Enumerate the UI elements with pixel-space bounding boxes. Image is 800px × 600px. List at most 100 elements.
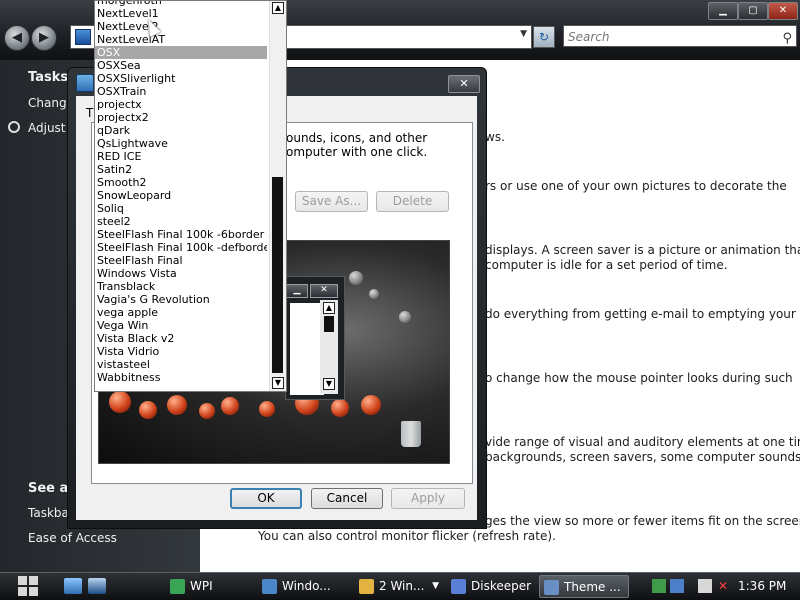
dropdown-option[interactable]: qDark [95, 124, 267, 137]
network-icon[interactable] [670, 579, 684, 593]
control-panel-icon [75, 29, 91, 45]
taskbar-button-label: 2 Win... [379, 579, 425, 593]
dropdown-option[interactable]: OSXSea [95, 59, 267, 72]
dropdown-option[interactable]: Wabbitness [95, 371, 267, 384]
start-button[interactable] [18, 576, 40, 598]
shield-icon [8, 121, 20, 133]
dropdown-option[interactable]: Smooth2 [95, 176, 267, 189]
delete-button[interactable]: Delete [376, 191, 449, 212]
dropdown-option[interactable]: Soliq [95, 202, 267, 215]
tray-app-icon[interactable] [652, 579, 666, 593]
recycle-bin-icon [401, 421, 421, 447]
dropdown-option[interactable]: SnowLeopard [95, 189, 267, 202]
scroll-down-icon[interactable]: ▼ [272, 377, 284, 389]
preview-window-body [290, 303, 324, 395]
taskbar-button-group[interactable]: 2 Win... ▼ [355, 575, 441, 598]
taskbar-button-diskeeper[interactable]: Diskeeper [447, 575, 533, 598]
ok-button[interactable]: OK [230, 488, 302, 509]
content-text: backgrounds, screen savers, some compute… [485, 450, 800, 464]
chevron-down-icon[interactable]: ▼ [520, 29, 527, 39]
back-arrow-icon: ◀ [12, 30, 22, 45]
taskbar-button-windows[interactable]: Windo... [258, 575, 348, 598]
search-input[interactable]: Search ⚲ [563, 25, 797, 47]
dropdown-option[interactable]: Transblack [95, 280, 267, 293]
preview-droplet [221, 397, 239, 415]
dropdown-scroll-thumb[interactable] [272, 177, 283, 373]
search-icon[interactable]: ⚲ [782, 28, 792, 50]
dropdown-option[interactable]: vistasteel [95, 358, 267, 371]
dropdown-option[interactable]: Satin2 [95, 163, 267, 176]
refresh-button[interactable]: ↻ [533, 26, 555, 48]
dropdown-option[interactable]: RED ICE [95, 150, 267, 163]
tasks-heading: Tasks [28, 70, 69, 85]
windows-logo-icon [29, 587, 38, 596]
folder-quicklaunch-icon[interactable] [64, 578, 82, 594]
dropdown-option[interactable]: QsLightwave [95, 137, 267, 150]
dropdown-option[interactable]: Windows Vista [95, 267, 267, 280]
taskbar-button-theme[interactable]: Theme ... [539, 575, 629, 598]
save-as-button[interactable]: Save As... [295, 191, 368, 212]
scroll-down-icon: ▼ [323, 378, 335, 390]
apply-button[interactable]: Apply [391, 488, 465, 509]
forward-button[interactable]: ▶ [31, 25, 57, 51]
diskeeper-icon [451, 579, 466, 594]
dropdown-option[interactable]: NextLevel2 [95, 20, 267, 33]
taskbar-button-label: Diskeeper [471, 579, 532, 593]
back-button[interactable]: ◀ [4, 25, 30, 51]
content-text: o change how the mouse pointer looks dur… [485, 371, 793, 385]
dropdown-option[interactable]: SteelFlash Final [95, 254, 267, 267]
preview-droplet [139, 401, 157, 419]
dropdown-option[interactable]: NextLevelAT [95, 33, 267, 46]
dropdown-option[interactable]: SteelFlash Final 100k -defborder [95, 241, 267, 254]
see-also-taskbar-link[interactable]: Taskba [28, 506, 69, 520]
minimize-button[interactable]: ▁ [708, 2, 738, 20]
content-text: ws. [485, 130, 505, 144]
preview-droplet [199, 403, 215, 419]
dialog-close-button[interactable]: ✕ [448, 75, 480, 93]
dropdown-option[interactable]: SteelFlash Final 100k -6border [95, 228, 267, 241]
taskbar-button-wpi[interactable]: WPI [166, 575, 250, 598]
monitor-icon[interactable] [698, 579, 712, 593]
theme-icon [76, 74, 94, 92]
forward-arrow-icon: ▶ [39, 30, 49, 45]
dropdown-option[interactable]: OSXSliverlight [95, 72, 267, 85]
see-also-ease-of-access-link[interactable]: Ease of Access [28, 531, 117, 545]
show-desktop-icon[interactable] [88, 578, 106, 594]
taskbar-button-label: Windo... [282, 579, 331, 593]
refresh-icon: ↻ [538, 30, 550, 44]
close-button[interactable]: ✕ [768, 2, 798, 20]
content-text: displays. A screen saver is a picture or… [485, 243, 800, 257]
taskbar-button-label: WPI [190, 579, 213, 593]
dropdown-option[interactable]: vega apple [95, 306, 267, 319]
dropdown-scrollbar[interactable]: ▲ ▼ [269, 1, 286, 391]
taskbar: WPI Windo... 2 Win... ▼ Diskeeper Theme … [0, 572, 800, 600]
dropdown-option[interactable]: Vagia's G Revolution [95, 293, 267, 306]
folder-icon [359, 579, 374, 594]
search-placeholder: Search [568, 30, 610, 44]
windows-logo-icon [18, 587, 27, 596]
dropdown-option[interactable]: steel2 [95, 215, 267, 228]
maximize-button[interactable]: ▢ [738, 2, 768, 20]
volume-muted-icon[interactable]: ✕ [716, 579, 730, 593]
dropdown-option[interactable]: morgenroth [95, 1, 267, 7]
dropdown-option[interactable]: NextLevel1 [95, 7, 267, 20]
dropdown-option[interactable]: projectx2 [95, 111, 267, 124]
dropdown-option[interactable]: Vista Vidrio [95, 345, 267, 358]
preview-scrollbar: ▲ ▼ [320, 300, 338, 394]
content-text: rs or use one of your own pictures to de… [485, 179, 787, 193]
scroll-up-icon[interactable]: ▲ [272, 2, 284, 14]
preview-droplet [331, 399, 349, 417]
preview-close-icon: ✕ [310, 284, 338, 298]
clock[interactable]: 1:36 PM [738, 573, 786, 600]
dropdown-option[interactable]: Vista Black v2 [95, 332, 267, 345]
dropdown-option[interactable]: Vega Win [95, 319, 267, 332]
dropdown-option[interactable]: OSX [95, 46, 267, 59]
dropdown-option[interactable]: OSXTrain [95, 85, 267, 98]
window-icon [262, 579, 277, 594]
cancel-button[interactable]: Cancel [311, 488, 383, 509]
dropdown-option[interactable]: projectx [95, 98, 267, 111]
content-text: You can also control monitor flicker (re… [258, 529, 556, 543]
preview-droplet [167, 395, 187, 415]
theme-description: ounds, icons, and other [286, 131, 428, 145]
theme-dropdown-list[interactable]: morgenroth NextLevel1 NextLevel2 NextLevelA… [94, 0, 287, 392]
